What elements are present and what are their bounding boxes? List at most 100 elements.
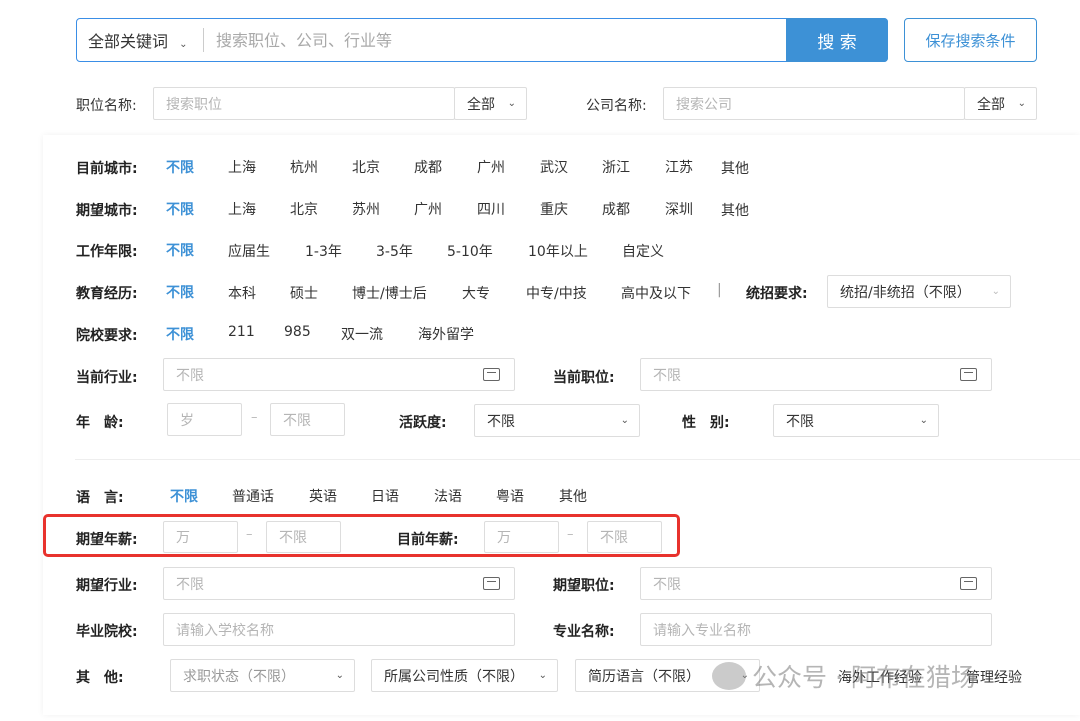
position-name-placeholder: 搜索职位 — [166, 96, 222, 113]
list-icon — [960, 368, 977, 381]
school-option[interactable]: 985 — [284, 324, 311, 340]
major-input[interactable]: 请输入专业名称 — [640, 613, 992, 646]
education-option[interactable]: 硕士 — [290, 283, 318, 303]
expected-city-option[interactable]: 苏州 — [352, 199, 380, 219]
highlight-box — [43, 514, 680, 557]
save-search-button[interactable]: 保存搜索条件 — [904, 18, 1037, 62]
section-divider — [75, 459, 1080, 460]
age-max-input[interactable]: 不限 — [270, 403, 345, 436]
job-status-value: 求职状态（不限） — [183, 668, 295, 685]
current-city-option[interactable]: 江苏 — [665, 157, 693, 177]
education-option[interactable]: 高中及以下 — [621, 283, 691, 303]
activity-label: 活跃度: — [399, 415, 447, 431]
company-name-placeholder: 搜索公司 — [676, 96, 732, 113]
gender-label: 性 别: — [682, 415, 730, 431]
school-option[interactable]: 不限 — [166, 324, 194, 344]
expected-city-option[interactable]: 成都 — [602, 199, 630, 219]
divider — [203, 28, 204, 52]
expected-city-option[interactable]: 深圳 — [665, 199, 693, 219]
expected-city-option[interactable]: 不限 — [166, 199, 194, 219]
current-city-option[interactable]: 武汉 — [540, 157, 568, 177]
school-requirement-label: 院校要求: — [76, 328, 138, 344]
current-city-option[interactable]: 广州 — [477, 157, 505, 177]
major-placeholder: 请输入专业名称 — [653, 622, 751, 639]
education-option[interactable]: 中专/中技 — [526, 283, 587, 303]
work-years-option[interactable]: 3-5年 — [376, 241, 413, 261]
range-dash: – — [251, 410, 258, 425]
chevron-down-icon: ⌄ — [919, 415, 928, 426]
search-button[interactable]: 搜 索 — [786, 18, 888, 62]
language-option[interactable]: 其他 — [559, 486, 587, 506]
language-option[interactable]: 日语 — [371, 486, 399, 506]
chevron-down-icon: ⌄ — [335, 670, 344, 681]
school-option[interactable]: 双一流 — [341, 324, 383, 344]
work-years-option[interactable]: 不限 — [166, 240, 194, 260]
language-option[interactable]: 不限 — [170, 486, 198, 506]
education-option[interactable]: 大专 — [462, 283, 490, 303]
chevron-down-icon: ⌄ — [991, 286, 1000, 297]
activity-select[interactable]: 不限 ⌄ — [474, 404, 640, 437]
expected-city-option[interactable]: 其他 — [721, 200, 749, 220]
position-scope-select[interactable]: 全部 ⌄ — [454, 87, 527, 120]
company-type-select[interactable]: 所属公司性质（不限） ⌄ — [371, 659, 558, 692]
current-city-option[interactable]: 其他 — [721, 158, 749, 178]
list-icon — [960, 577, 977, 590]
keyword-search-input[interactable] — [214, 20, 779, 60]
expected-city-option[interactable]: 四川 — [477, 199, 505, 219]
position-name-input[interactable]: 搜索职位 — [153, 87, 455, 120]
education-option[interactable]: 本科 — [228, 283, 256, 303]
wechat-icon — [712, 662, 746, 690]
current-city-option[interactable]: 不限 — [166, 157, 194, 177]
expected-city-option[interactable]: 广州 — [414, 199, 442, 219]
work-years-option[interactable]: 1-3年 — [305, 241, 342, 261]
current-city-option[interactable]: 浙江 — [602, 157, 630, 177]
expected-city-option[interactable]: 北京 — [290, 199, 318, 219]
current-city-option[interactable]: 杭州 — [290, 157, 318, 177]
education-option[interactable]: 不限 — [166, 282, 194, 302]
age-min-input[interactable]: 岁 — [167, 403, 242, 436]
job-status-select[interactable]: 求职状态（不限） ⌄ — [170, 659, 355, 692]
keyword-type-select[interactable]: 全部关键词 ⌄ — [88, 28, 188, 52]
current-position-value: 不限 — [653, 367, 681, 384]
other-label: 其 他: — [76, 670, 124, 686]
expected-city-option[interactable]: 重庆 — [540, 199, 568, 219]
current-city-option[interactable]: 成都 — [414, 157, 442, 177]
chevron-down-icon: ⌄ — [507, 98, 516, 109]
expected-industry-value: 不限 — [176, 576, 204, 593]
gender-select[interactable]: 不限 ⌄ — [773, 404, 939, 437]
chevron-down-icon: ⌄ — [620, 415, 629, 426]
expected-position-label: 期望职位: — [553, 578, 615, 594]
current-city-option[interactable]: 上海 — [228, 157, 256, 177]
unified-enrollment-label: 统招要求: — [746, 286, 808, 302]
company-scope-select[interactable]: 全部 ⌄ — [964, 87, 1037, 120]
work-years-label: 工作年限: — [76, 244, 138, 260]
education-option[interactable]: 博士/博士后 — [352, 283, 427, 303]
unified-enrollment-value: 统招/非统招（不限） — [840, 284, 971, 301]
chevron-down-icon: ⌄ — [538, 670, 547, 681]
current-industry-picker[interactable]: 不限 — [163, 358, 515, 391]
language-option[interactable]: 英语 — [309, 486, 337, 506]
expected-industry-picker[interactable]: 不限 — [163, 567, 515, 600]
language-option[interactable]: 法语 — [434, 486, 462, 506]
company-type-value: 所属公司性质（不限） — [384, 668, 524, 685]
work-years-option[interactable]: 应届生 — [228, 241, 270, 261]
education-separator: | — [717, 282, 722, 298]
work-years-option[interactable]: 10年以上 — [528, 241, 588, 261]
unified-enrollment-select[interactable]: 统招/非统招（不限） ⌄ — [827, 275, 1011, 308]
current-position-picker[interactable]: 不限 — [640, 358, 992, 391]
current-city-option[interactable]: 北京 — [352, 157, 380, 177]
school-option[interactable]: 211 — [228, 324, 255, 340]
language-option[interactable]: 普通话 — [232, 486, 274, 506]
work-years-option[interactable]: 自定义 — [622, 241, 664, 261]
language-option[interactable]: 粤语 — [496, 486, 524, 506]
education-label: 教育经历: — [76, 286, 138, 302]
graduate-school-placeholder: 请输入学校名称 — [176, 622, 274, 639]
work-years-option[interactable]: 5-10年 — [447, 241, 493, 261]
expected-city-option[interactable]: 上海 — [228, 199, 256, 219]
chevron-down-icon: ⌄ — [179, 39, 188, 50]
school-option[interactable]: 海外留学 — [418, 324, 474, 344]
graduate-school-input[interactable]: 请输入学校名称 — [163, 613, 515, 646]
expected-position-picker[interactable]: 不限 — [640, 567, 992, 600]
company-name-input[interactable]: 搜索公司 — [663, 87, 965, 120]
age-min-placeholder: 岁 — [180, 412, 194, 429]
